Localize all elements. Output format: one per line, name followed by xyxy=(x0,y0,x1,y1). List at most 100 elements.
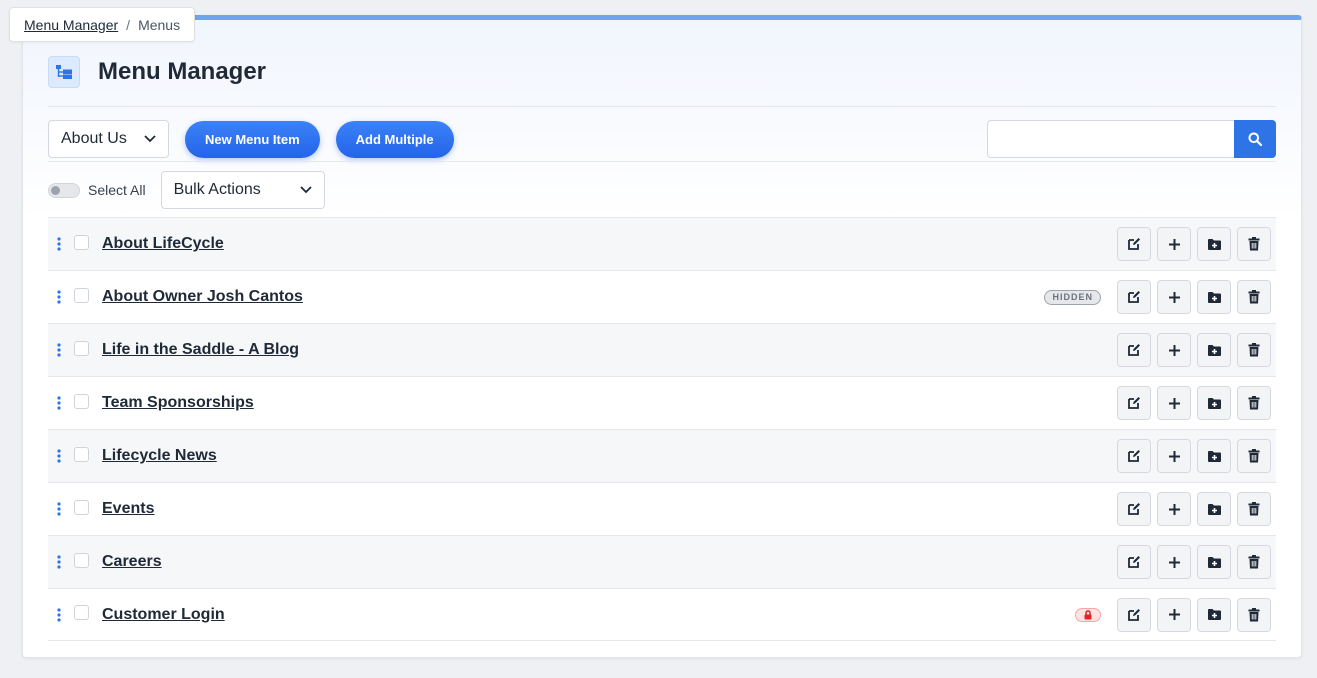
delete-button[interactable] xyxy=(1237,545,1271,579)
folder-plus-icon xyxy=(1207,450,1222,463)
row-checkbox[interactable] xyxy=(74,499,89,515)
delete-button[interactable] xyxy=(1237,333,1271,367)
row-actions xyxy=(1117,439,1271,473)
delete-button[interactable] xyxy=(1237,227,1271,261)
lock-icon xyxy=(1075,607,1101,622)
edit-button[interactable] xyxy=(1117,597,1151,632)
drag-handle-icon[interactable] xyxy=(48,343,70,357)
search-icon xyxy=(1248,132,1262,146)
edit-button[interactable] xyxy=(1117,492,1151,526)
menu-select-value: About Us xyxy=(61,130,127,147)
page-header: Menu Manager xyxy=(48,55,1276,107)
breadcrumb-link-menu-manager[interactable]: Menu Manager xyxy=(24,17,118,33)
menu-item-link[interactable]: Life in the Saddle - A Blog xyxy=(102,341,299,359)
drag-handle-icon[interactable] xyxy=(48,290,70,304)
sitemap-icon xyxy=(48,55,80,88)
menu-item-link[interactable]: Events xyxy=(102,500,154,518)
trash-icon xyxy=(1248,502,1260,516)
plus-icon xyxy=(1168,450,1181,463)
edit-button[interactable] xyxy=(1117,386,1151,420)
trash-icon xyxy=(1248,290,1260,304)
edit-button[interactable] xyxy=(1117,545,1151,579)
add-child-button[interactable] xyxy=(1157,597,1191,632)
drag-handle-icon[interactable] xyxy=(48,237,70,251)
menu-select[interactable]: About Us xyxy=(48,120,169,158)
add-folder-button[interactable] xyxy=(1197,280,1231,314)
plus-icon xyxy=(1168,291,1181,304)
menu-manager-panel: Menu Manager About Us New Menu Item Add … xyxy=(22,15,1302,658)
add-folder-button[interactable] xyxy=(1197,597,1231,632)
menu-item-list: About LifeCycle About Owner Josh Cantos H… xyxy=(48,217,1276,641)
search-button[interactable] xyxy=(1234,120,1276,158)
row-actions xyxy=(1117,545,1271,579)
menu-item-row: About Owner Josh Cantos HIDDEN xyxy=(48,270,1276,323)
row-checkbox[interactable] xyxy=(74,234,89,250)
folder-plus-icon xyxy=(1207,608,1222,621)
toolbar-divider xyxy=(48,161,1276,162)
menu-item-link[interactable]: Careers xyxy=(102,553,162,571)
new-menu-item-button[interactable]: New Menu Item xyxy=(185,120,320,158)
plus-icon xyxy=(1168,238,1181,251)
edit-button[interactable] xyxy=(1117,280,1151,314)
add-folder-button[interactable] xyxy=(1197,386,1231,420)
search-input[interactable] xyxy=(987,120,1234,158)
add-child-button[interactable] xyxy=(1157,386,1191,420)
menu-item-row: Careers xyxy=(48,535,1276,588)
plus-icon xyxy=(1168,556,1181,569)
edit-icon xyxy=(1127,502,1141,516)
page-title: Menu Manager xyxy=(98,57,267,85)
row-actions xyxy=(1117,227,1271,261)
plus-icon xyxy=(1168,397,1181,410)
trash-icon xyxy=(1248,396,1260,410)
row-checkbox[interactable] xyxy=(74,340,89,356)
row-checkbox[interactable] xyxy=(74,605,89,620)
row-actions xyxy=(1117,386,1271,420)
menu-item-row: Events xyxy=(48,482,1276,535)
menu-item-link[interactable]: Customer Login xyxy=(102,606,225,624)
trash-icon xyxy=(1248,607,1260,622)
chevron-down-icon xyxy=(144,135,156,143)
edit-button[interactable] xyxy=(1117,333,1151,367)
menu-item-row: Customer Login xyxy=(48,588,1276,641)
menu-item-link[interactable]: About Owner Josh Cantos xyxy=(102,288,303,306)
add-child-button[interactable] xyxy=(1157,280,1191,314)
row-checkbox[interactable] xyxy=(74,393,89,409)
drag-handle-icon[interactable] xyxy=(48,449,70,463)
menu-item-link[interactable]: About LifeCycle xyxy=(102,235,224,253)
add-child-button[interactable] xyxy=(1157,492,1191,526)
add-child-button[interactable] xyxy=(1157,333,1191,367)
add-folder-button[interactable] xyxy=(1197,227,1231,261)
drag-handle-icon[interactable] xyxy=(48,396,70,410)
delete-button[interactable] xyxy=(1237,280,1271,314)
edit-button[interactable] xyxy=(1117,439,1151,473)
drag-handle-icon[interactable] xyxy=(48,607,70,622)
search-group xyxy=(987,120,1276,158)
hidden-badge: HIDDEN xyxy=(1044,289,1101,305)
delete-button[interactable] xyxy=(1237,492,1271,526)
folder-plus-icon xyxy=(1207,556,1222,569)
select-all-toggle[interactable] xyxy=(48,182,80,198)
drag-handle-icon[interactable] xyxy=(48,555,70,569)
add-multiple-button[interactable]: Add Multiple xyxy=(335,120,454,158)
edit-icon xyxy=(1127,343,1141,357)
row-checkbox[interactable] xyxy=(74,287,89,303)
menu-item-link[interactable]: Lifecycle News xyxy=(102,447,217,465)
add-folder-button[interactable] xyxy=(1197,492,1231,526)
add-child-button[interactable] xyxy=(1157,227,1191,261)
row-checkbox[interactable] xyxy=(74,552,89,568)
edit-button[interactable] xyxy=(1117,227,1151,261)
add-child-button[interactable] xyxy=(1157,439,1191,473)
drag-handle-icon[interactable] xyxy=(48,502,70,516)
delete-button[interactable] xyxy=(1237,439,1271,473)
trash-icon xyxy=(1248,343,1260,357)
row-checkbox[interactable] xyxy=(74,446,89,462)
delete-button[interactable] xyxy=(1237,597,1271,632)
menu-item-link[interactable]: Team Sponsorships xyxy=(102,394,254,412)
delete-button[interactable] xyxy=(1237,386,1271,420)
add-folder-button[interactable] xyxy=(1197,545,1231,579)
bulk-actions-select[interactable]: Bulk Actions xyxy=(160,171,325,209)
menu-item-row: Life in the Saddle - A Blog xyxy=(48,323,1276,376)
add-folder-button[interactable] xyxy=(1197,333,1231,367)
add-folder-button[interactable] xyxy=(1197,439,1231,473)
add-child-button[interactable] xyxy=(1157,545,1191,579)
